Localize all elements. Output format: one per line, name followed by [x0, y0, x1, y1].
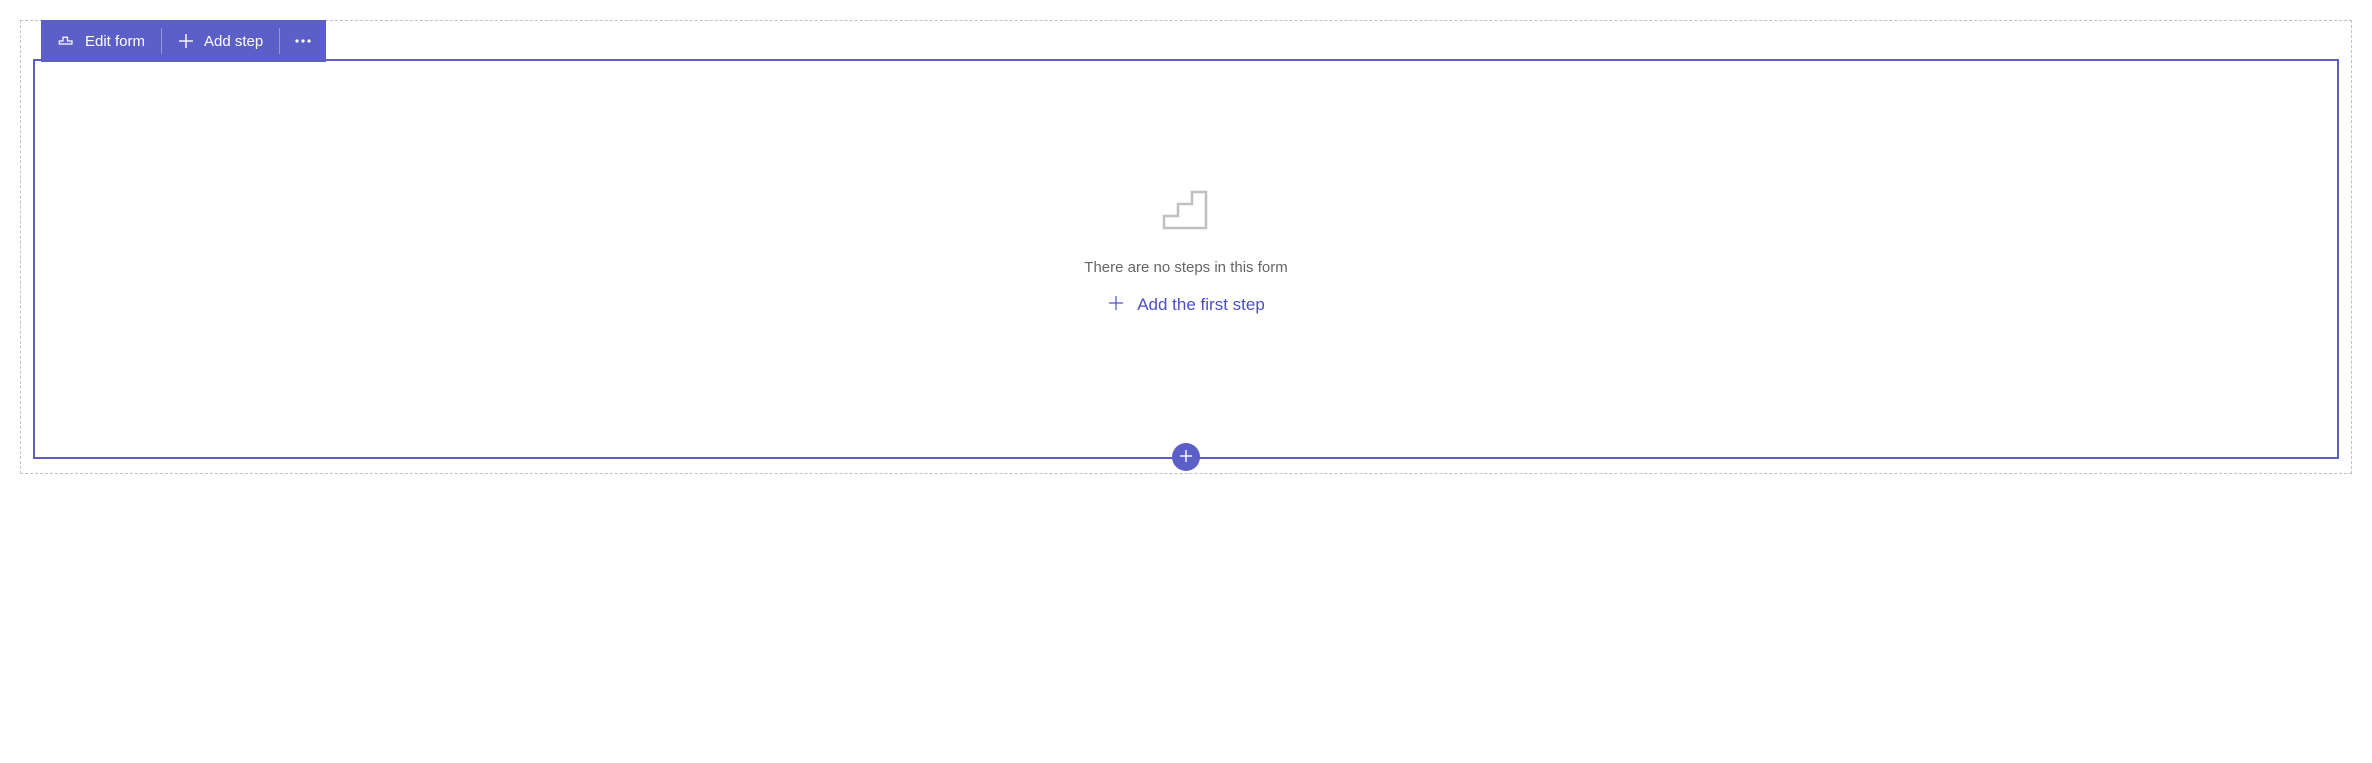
add-first-step-button[interactable]: Add the first step	[1107, 294, 1265, 317]
form-toolbar: Edit form Add step	[41, 20, 326, 62]
plus-icon	[178, 33, 194, 49]
form-icon	[57, 32, 75, 50]
plus-icon	[1179, 449, 1193, 466]
empty-state: There are no steps in this form Add the …	[1084, 182, 1287, 317]
plus-icon	[1107, 294, 1125, 317]
add-first-step-label: Add the first step	[1137, 295, 1265, 315]
form-canvas-container: Edit form Add step	[20, 20, 2352, 474]
more-actions-button[interactable]	[280, 20, 326, 62]
empty-state-message: There are no steps in this form	[1084, 259, 1287, 276]
more-icon	[294, 33, 312, 49]
add-step-fab[interactable]	[1172, 443, 1200, 471]
form-steps-panel: There are no steps in this form Add the …	[33, 59, 2339, 459]
edit-form-label: Edit form	[85, 33, 145, 50]
add-step-label: Add step	[204, 33, 263, 50]
edit-form-button[interactable]: Edit form	[41, 20, 161, 62]
steps-icon	[1158, 182, 1214, 243]
add-step-button[interactable]: Add step	[162, 20, 279, 62]
